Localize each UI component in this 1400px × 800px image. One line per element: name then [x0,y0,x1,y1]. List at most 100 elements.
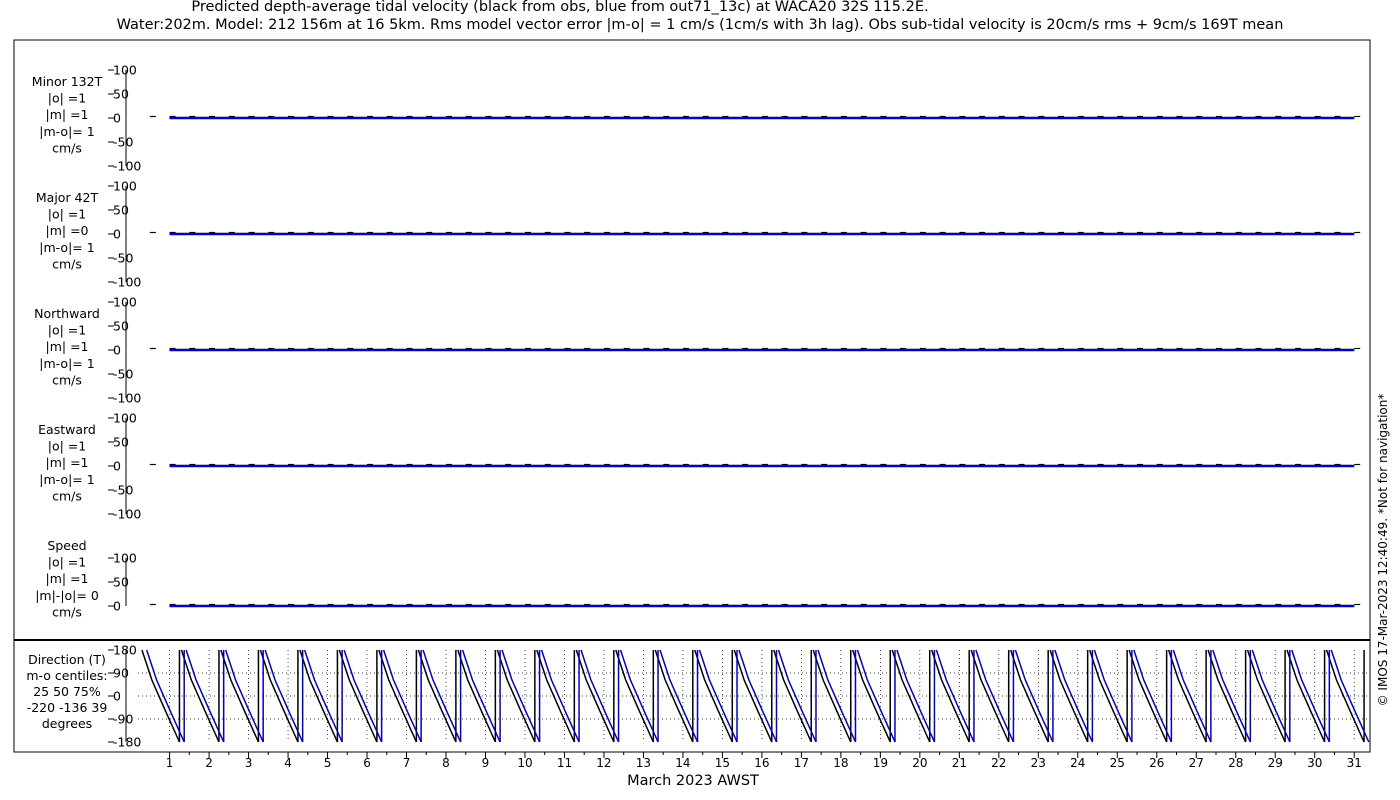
direction-trace-obs [575,649,615,743]
direction-trace-model [856,649,896,743]
direction-trace-obs [457,649,497,743]
direction-trace-model [540,649,580,743]
panel-stat-label: cm/s [52,256,82,271]
direction-trace-obs [970,649,1010,743]
direction-trace-obs [141,649,181,743]
y-tick-label: 100 [113,295,137,310]
panel-stat-label: |m| =1 [46,571,89,586]
x-tick-label: 25 [1110,756,1125,770]
x-tick-label: 11 [557,756,572,770]
y-tick-label: -100 [113,275,141,290]
direction-trace-model [224,649,264,743]
y-tick-label: -180 [113,735,141,750]
panel-stat-label: |m| =1 [46,455,89,470]
panel-stat-label: 25 50 75% [33,684,101,699]
x-tick-label: 21 [952,756,967,770]
y-tick-label: -90 [113,712,133,727]
y-tick-label: 0 [113,227,121,242]
panel-stat-label: |m-o|= 1 [39,356,94,371]
x-tick-label: 15 [715,756,730,770]
panel-stat-label: |m| =0 [46,223,89,238]
y-tick-label: 100 [113,63,137,78]
x-tick-label: 3 [245,756,253,770]
x-tick-label: 29 [1268,756,1283,770]
x-axis-label: March 2023 AWST [627,773,759,789]
panel-stat-label: |o| =1 [48,323,86,338]
y-tick-label: 0 [113,111,121,126]
y-tick-label: 50 [113,87,129,102]
x-tick-label: 8 [442,756,450,770]
y-tick-label: 50 [113,575,129,590]
data-layer [141,115,1370,743]
y-tick-label: -100 [113,507,141,522]
x-tick-label: 13 [636,756,651,770]
panel-stat-label: degrees [42,716,92,731]
panel-stat-label: |o| =1 [48,91,86,106]
x-tick-label: 14 [675,756,690,770]
x-tick-label: 4 [284,756,292,770]
panel-stat-label: |m|-|o|= 0 [35,588,99,603]
panel-stat-label: cm/s [52,140,82,155]
panel-stat-label: Major 42T [36,190,99,205]
x-tick-label: 20 [912,756,927,770]
x-tick-label: 31 [1347,756,1362,770]
panel-stat-label: -220 -136 39 [27,700,108,715]
panel-stat-label: |m-o|= 1 [39,472,94,487]
y-tick-label: 0 [113,459,121,474]
panel-stat-label: |m| =1 [46,339,89,354]
copyright-note: © IMOS 17-Mar-2023 12:40:49. *Not for na… [1376,394,1390,707]
x-tick-label: 17 [794,756,809,770]
y-tick-label: -50 [113,251,133,266]
x-tick-label: 19 [873,756,888,770]
panel-stat-label: |m| =1 [46,107,89,122]
x-tick-label: 16 [754,756,769,770]
y-tick-label: 50 [113,319,129,334]
x-tick-label: 26 [1149,756,1164,770]
panel-stat-label: cm/s [52,604,82,619]
x-tick-label: 22 [991,756,1006,770]
panel-stat-label: cm/s [52,488,82,503]
y-tick-label: 90 [113,666,129,681]
x-tick-label: 28 [1228,756,1243,770]
y-tick-label: 100 [113,551,137,566]
direction-trace-model [817,649,857,743]
y-tick-label: 0 [113,599,121,614]
panel-stat-label: |o| =1 [48,555,86,570]
y-tick-label: -50 [113,135,133,150]
x-tick-label: 12 [596,756,611,770]
y-tick-label: 50 [113,203,129,218]
x-tick-label: 7 [403,756,411,770]
x-tick-label: 10 [517,756,532,770]
panel-stat-label: Minor 132T [32,74,103,89]
tidal-velocity-figure: Minor 132T|o| =1|m| =1|m-o|= 1cm/s100500… [13,39,1390,789]
y-tick-label: -100 [113,391,141,406]
y-tick-label: -100 [113,159,141,174]
panel-stat-label: |o| =1 [48,439,86,454]
x-tick-label: 2 [205,756,213,770]
x-tick-label: 23 [1031,756,1046,770]
y-tick-label: 180 [113,643,137,658]
x-tick-label: 5 [324,756,332,770]
y-tick-label: 0 [113,689,121,704]
x-tick-label: 24 [1070,756,1085,770]
panel-stat-label: |o| =1 [48,207,86,222]
direction-trace-obs [1088,649,1128,743]
direction-trace-obs [180,649,220,743]
y-tick-label: 50 [113,435,129,450]
x-tick-label: 6 [363,756,371,770]
direction-trace-model [501,649,541,743]
y-tick-label: 0 [113,343,121,358]
x-tick-label: 18 [833,756,848,770]
direction-trace-model [1133,649,1173,743]
panel-stat-label: |m-o|= 1 [39,124,94,139]
panel-stat-label: Direction (T) [28,652,106,667]
y-tick-label: 100 [113,179,137,194]
direction-trace-model [1251,649,1291,743]
y-tick-label: -50 [113,367,133,382]
panel-stat-label: Speed [47,538,86,553]
panel-stat-label: cm/s [52,372,82,387]
x-tick-label: 9 [482,756,490,770]
direction-trace-obs [773,649,812,743]
y-tick-label: -50 [113,483,133,498]
figure-frame [13,39,1371,641]
